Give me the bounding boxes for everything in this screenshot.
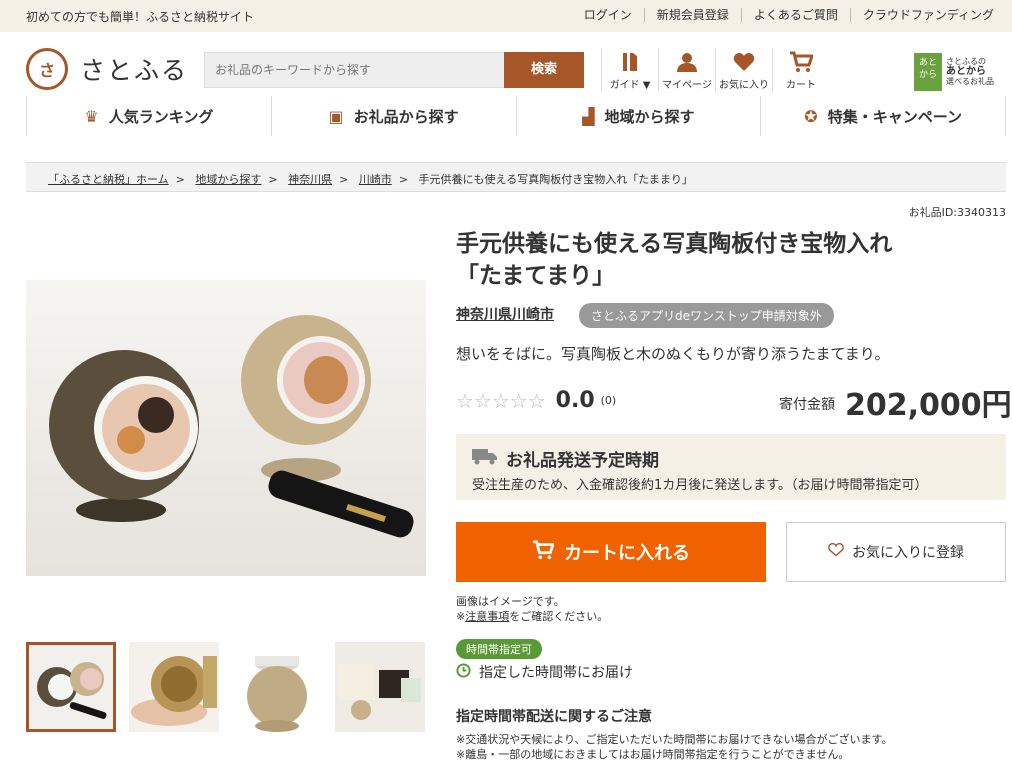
cart-icon bbox=[532, 539, 555, 565]
logo-mark-icon: さ bbox=[26, 48, 68, 90]
add-to-cart-button[interactable]: カートに入れる bbox=[456, 522, 766, 582]
category-nav: ♛ 人気ランキング ▣ お礼品から探す ▟ 地域から探す ✪ 特集・キャンペーン bbox=[26, 96, 1006, 136]
atokara-text: さとふるの あとから 選べるお礼品 bbox=[946, 57, 994, 86]
mypage-button[interactable]: マイページ bbox=[658, 48, 715, 92]
add-favorite-button[interactable]: お気に入りに登録 bbox=[786, 522, 1006, 582]
breadcrumb-prefecture[interactable]: 神奈川県 bbox=[288, 173, 332, 186]
caution-text: ※交通状況や天候により、ご指定いただいた時間帯にお届けできない場合がございます。… bbox=[456, 733, 893, 761]
breadcrumb-region[interactable]: 地域から探す bbox=[195, 173, 261, 186]
faq-link[interactable]: よくあるご質問 bbox=[740, 8, 850, 22]
breadcrumb-current: 手元供養にも使える写真陶板付き宝物入れ「たままり」 bbox=[418, 173, 693, 186]
nav-ranking[interactable]: ♛ 人気ランキング bbox=[26, 96, 272, 136]
cart-icon bbox=[773, 48, 829, 76]
thumbnail-2[interactable] bbox=[129, 642, 219, 732]
shipping-description: 受注生産のため、入金確認後約1カ月後に発送します。（お届け時間帯指定可） bbox=[472, 478, 928, 493]
heart-icon bbox=[716, 48, 772, 76]
nav-gifts[interactable]: ▣ お礼品から探す bbox=[272, 96, 517, 136]
medal-icon: ✪ bbox=[804, 106, 818, 126]
truck-icon bbox=[472, 447, 498, 470]
heart-outline-icon bbox=[828, 542, 844, 561]
shipping-title: お礼品発送予定時期 bbox=[472, 446, 659, 471]
cart-nav-button[interactable]: カート bbox=[772, 48, 829, 92]
top-links: ログイン 新規会員登録 よくあるご質問 クラウドファンディング bbox=[572, 8, 1006, 22]
clock-icon bbox=[456, 662, 471, 682]
header-icon-nav: ガイド ▼ マイページ お気に入り カート bbox=[601, 48, 829, 92]
guide-label: ガイド ▼ bbox=[609, 80, 651, 91]
nav-features[interactable]: ✪ 特集・キャンペーン bbox=[761, 96, 1006, 136]
site-logo[interactable]: さ さとふる bbox=[26, 48, 188, 90]
gift-icon: ▣ bbox=[328, 106, 344, 126]
logo-text: さとふる bbox=[80, 56, 189, 85]
thumbnail-3[interactable] bbox=[232, 642, 322, 732]
thumbnail-1[interactable] bbox=[26, 642, 116, 732]
time-slot-info: 指定した時間帯にお届け bbox=[456, 662, 633, 682]
price-value: 202,000円 bbox=[845, 388, 1012, 423]
time-slot-badge: 時間帯指定可 bbox=[456, 639, 542, 659]
mypage-label: マイページ bbox=[662, 80, 712, 91]
main-product-image bbox=[26, 280, 426, 576]
favorites-button[interactable]: お気に入り bbox=[715, 48, 772, 92]
search-button[interactable]: 検索 bbox=[504, 52, 584, 88]
atokara-logo: あと から bbox=[914, 53, 942, 91]
breadcrumb: 「ふるさと納税」ホーム > 地域から探す > 神奈川県 > 川崎市 > 手元供養にも使え… bbox=[26, 162, 1006, 192]
user-icon bbox=[659, 48, 715, 76]
crowdfunding-link[interactable]: クラウドファンディング bbox=[849, 8, 1006, 22]
product-catchcopy: 想いをそばに。写真陶板と木のぬくもりが寄り添うたまてまり。 bbox=[456, 345, 890, 363]
book-icon bbox=[602, 48, 658, 76]
breadcrumb-city[interactable]: 川崎市 bbox=[359, 173, 392, 186]
register-link[interactable]: 新規会員登録 bbox=[643, 8, 741, 22]
favorites-label: お気に入り bbox=[719, 80, 769, 91]
thumbnail-strip bbox=[26, 642, 438, 732]
product-title: 手元供養にも使える写真陶板付き宝物入れ 「たまてまり」 bbox=[456, 231, 893, 289]
atokara-banner[interactable]: あと から さとふるの あとから 選べるお礼品 bbox=[914, 52, 994, 92]
rating-value: 0.0 bbox=[555, 388, 595, 413]
caution-link[interactable]: 注意事項 bbox=[465, 610, 509, 623]
stairs-icon: ▟ bbox=[582, 106, 595, 126]
star-icons: ☆☆☆☆☆ bbox=[456, 388, 546, 413]
caution-title: 指定時間帯配送に関するご注意 bbox=[456, 709, 652, 725]
top-bar: 初めての方でも簡単！ふるさと納税サイト ログイン 新規会員登録 よくあるご質問 … bbox=[0, 0, 1012, 32]
item-id: お礼品ID:3340313 bbox=[908, 206, 1006, 219]
city-link[interactable]: 神奈川県川崎市 bbox=[456, 304, 554, 324]
review-count[interactable]: (0) bbox=[601, 394, 617, 407]
login-link[interactable]: ログイン bbox=[572, 8, 644, 22]
onestop-badge: さとふるアプリdeワンストップ申請対象外 bbox=[579, 303, 834, 328]
site-tagline: 初めての方でも簡単！ふるさと納税サイト bbox=[26, 10, 255, 24]
shipping-info-box: お礼品発送予定時期 受注生産のため、入金確認後約1カ月後に発送します。（お届け時… bbox=[456, 434, 1006, 500]
crown-icon: ♛ bbox=[84, 106, 99, 126]
guide-button[interactable]: ガイド ▼ bbox=[601, 48, 658, 92]
search-input[interactable] bbox=[204, 52, 504, 88]
thumbnail-4[interactable] bbox=[335, 642, 425, 732]
image-note: 画像はイメージです。 ※注意事項をご確認ください。 bbox=[456, 595, 609, 623]
price-label: 寄付金額 bbox=[779, 397, 835, 413]
rating-row: ☆☆☆☆☆ 0.0 (0) bbox=[456, 388, 616, 413]
cart-label: カート bbox=[786, 80, 816, 91]
nav-region[interactable]: ▟ 地域から探す bbox=[517, 96, 762, 136]
breadcrumb-home[interactable]: 「ふるさと納税」ホーム bbox=[48, 173, 169, 186]
